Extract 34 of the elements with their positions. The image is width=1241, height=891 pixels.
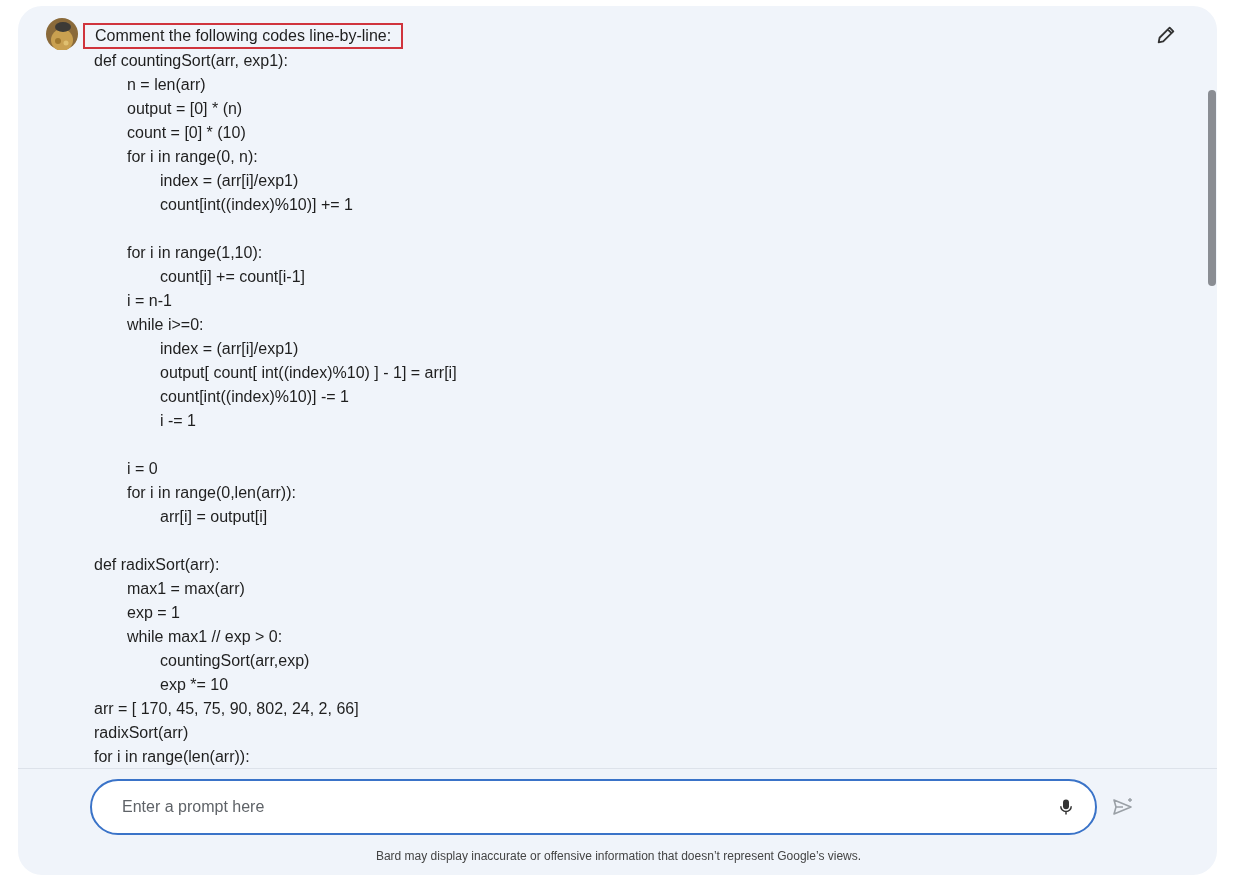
code-line: for i in range(0, n): (127, 148, 258, 165)
microphone-icon[interactable] (1057, 797, 1075, 817)
code-line: index = (arr[i]/exp1) (160, 340, 299, 357)
code-line: for i in range(1,10): (127, 244, 263, 261)
code-line: for i in range(len(arr)): (94, 748, 250, 765)
avatar (46, 18, 78, 50)
code-line: radixSort(arr) (94, 724, 189, 741)
code-line: max1 = max(arr) (127, 580, 245, 597)
code-line: count[i] += count[i-1] (160, 268, 305, 285)
code-line: output = [0] * (n) (127, 100, 243, 117)
code-line: i = 0 (127, 460, 158, 477)
code-line: exp *= 10 (160, 676, 229, 693)
code-line: def countingSort(arr, exp1): (94, 52, 288, 69)
code-line: def radixSort(arr): (94, 556, 220, 573)
code-line: n = len(arr) (127, 76, 206, 93)
code-line: arr[i] = output[i] (160, 508, 268, 525)
code-line: i -= 1 (160, 412, 196, 429)
scrollbar[interactable] (1208, 90, 1216, 286)
code-line: while max1 // exp > 0: (127, 628, 283, 645)
code-line: i = n-1 (127, 292, 172, 309)
code-line: count[int((index)%10)] -= 1 (160, 388, 349, 405)
code-line: while i>=0: (127, 316, 204, 333)
code-line: for i in range(0,len(arr)): (127, 484, 296, 501)
pencil-icon[interactable] (1155, 24, 1177, 46)
code-line: output[ count[ int((index)%10) ] - 1] = arr[i] (160, 364, 457, 381)
prompt-text: Comment the following codes line-by-line: (83, 23, 404, 49)
code-line: count = [0] * (10) (127, 124, 246, 141)
prompt-field[interactable]: Enter a prompt here (90, 779, 1097, 835)
disclaimer-text: Bard may display inaccurate or offensive information that doesn’t represent Google’s views. (374, 849, 863, 863)
code-line: count[int((index)%10)] += 1 (160, 196, 353, 213)
code-line: countingSort(arr,exp) (160, 652, 310, 669)
code-line: arr = [ 170, 45, 75, 90, 802, 24, 2, 66] (94, 700, 359, 717)
code-line: index = (arr[i]/exp1) (160, 172, 299, 189)
code-line: exp = 1 (127, 604, 180, 621)
